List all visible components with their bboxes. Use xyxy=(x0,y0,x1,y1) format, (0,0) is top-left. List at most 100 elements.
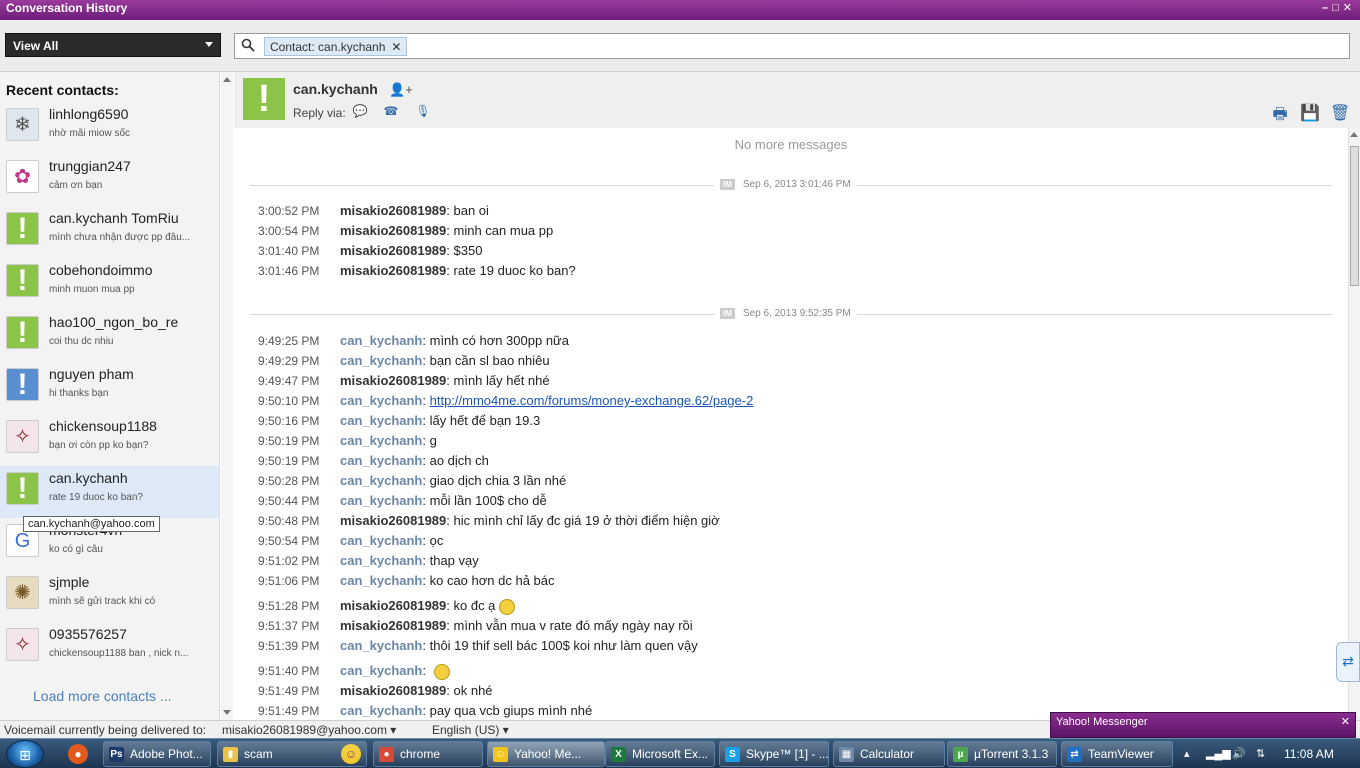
smiley-emoticon-icon xyxy=(433,663,450,680)
message-body: can_kychanh: g xyxy=(340,433,437,448)
contact-item[interactable]: ✿ trunggian247 cảm ơn bạn xyxy=(0,154,219,206)
contact-avatar: ! xyxy=(6,212,39,245)
taskbar-button[interactable]: X Microsoft Ex... xyxy=(605,741,715,767)
contact-item[interactable]: ! can.kychanh TomRiu mình chưa nhận được p… xyxy=(0,206,219,258)
message-time: 3:01:46 PM xyxy=(258,264,320,278)
contact-item[interactable]: ! can.kychanh rate 19 duoc ko ban? xyxy=(0,466,219,518)
reply-phone-icon[interactable]: ☎ xyxy=(383,104,399,120)
session-header: IM Sep 6, 2013 9:52:35 PM xyxy=(714,308,857,319)
yahoo-notification-popup[interactable]: Yahoo! Messenger ✕ xyxy=(1050,712,1356,738)
contact-item[interactable]: ✺ sjmple mình sẽ gửi track khi có xyxy=(0,570,219,622)
signal-icon[interactable]: ▂▄▆ xyxy=(1206,747,1231,760)
load-more-contacts-link[interactable]: Load more contacts ... xyxy=(33,688,172,704)
message-time: 9:49:25 PM xyxy=(258,334,320,348)
app-icon: ● xyxy=(379,747,394,762)
contact-status: minh muon mua pp xyxy=(49,284,135,295)
contact-name: can.kychanh xyxy=(49,470,128,486)
message-body: can_kychanh: ko cao hơn dc hả bác xyxy=(340,573,555,588)
reply-voice-icon[interactable]: 🎙 xyxy=(415,104,431,120)
add-contact-icon[interactable]: 👤+ xyxy=(389,82,413,98)
contact-avatar: ! xyxy=(6,316,39,349)
close-icon[interactable]: ✕ xyxy=(1341,715,1350,728)
message-time: 9:51:28 PM xyxy=(258,599,320,613)
sidebar-scrollbar[interactable] xyxy=(221,72,233,720)
voicemail-target-dropdown[interactable]: misakio26081989@yahoo.com ▾ xyxy=(222,723,396,737)
taskbar-button-label: µTorrent 3.1.3 xyxy=(974,747,1049,761)
message-body: misakio26081989: $350 xyxy=(340,243,483,258)
message-sender: can_kychanh xyxy=(340,473,423,488)
taskbar-button[interactable]: ☺ Yahoo! Me... xyxy=(487,741,605,767)
minimize-icon[interactable]: – xyxy=(1322,2,1332,14)
message-sender: can_kychanh xyxy=(340,453,423,468)
taskbar-button[interactable]: Ps Adobe Phot... xyxy=(103,741,211,767)
contact-item[interactable]: ! hao100_ngon_bo_re coi thu dc nhiu xyxy=(0,310,219,362)
start-button[interactable]: ⊞ xyxy=(6,740,44,768)
clock[interactable]: 11:08 AM xyxy=(1284,747,1334,761)
contact-name: 0935576257 xyxy=(49,626,127,642)
message-row: 9:51:02 PM can_kychanh: thap vạy xyxy=(234,551,1344,571)
contact-name: linhlong6590 xyxy=(49,106,129,122)
taskbar-button-label: Calculator xyxy=(860,747,915,761)
app-icon: ☺ xyxy=(493,747,508,762)
message-text: giao dịch chia 3 lần nhé xyxy=(429,473,567,488)
chip-close-icon[interactable]: ✕ xyxy=(391,40,401,54)
close-icon[interactable]: ✕ xyxy=(1343,2,1356,14)
message-sender: misakio26081989 xyxy=(340,263,447,278)
message-row: 9:51:40 PM can_kychanh: xyxy=(234,661,1344,681)
scroll-up-icon[interactable] xyxy=(223,77,231,82)
message-time: 9:50:28 PM xyxy=(258,474,320,488)
message-text: mình lấy hết nhé xyxy=(453,373,550,388)
network-icon[interactable]: ⇅ xyxy=(1256,747,1265,760)
taskbar-button-label: Yahoo! Me... xyxy=(514,747,582,761)
contact-item[interactable]: ❄ linhlong6590 nhờ mãi miow sốc xyxy=(0,102,219,154)
contacts-sidebar: Recent contacts: ❄ linhlong6590 nhờ mãi mi… xyxy=(0,72,220,720)
delete-icon[interactable]: 🗑 xyxy=(1330,103,1350,123)
scroll-down-icon[interactable] xyxy=(223,710,231,715)
scroll-up-icon[interactable] xyxy=(1350,132,1358,137)
message-text: ko đc ạ xyxy=(453,598,496,613)
message-text: lấy hết để bạn 19.3 xyxy=(429,413,541,428)
firefox-icon[interactable]: ● xyxy=(68,744,88,764)
message-sender: misakio26081989 xyxy=(340,513,447,528)
search-input[interactable]: Contact: can.kychanh ✕ xyxy=(234,33,1350,59)
session-header: IM Sep 6, 2013 3:01:46 PM xyxy=(714,179,857,190)
view-filter-dropdown[interactable]: View All xyxy=(5,33,221,57)
search-icon xyxy=(241,38,255,52)
messages-scrollbar[interactable] xyxy=(1348,128,1360,720)
taskbar-button[interactable]: ▮ scam xyxy=(217,741,367,767)
message-time: 9:50:19 PM xyxy=(258,434,320,448)
taskbar-button[interactable]: µ µTorrent 3.1.3 xyxy=(947,741,1057,767)
contact-item[interactable]: ! nguyen pham hi thanks bạn xyxy=(0,362,219,414)
message-body: can_kychanh: ọc xyxy=(340,533,444,548)
contact-status: chickensoup1188 ban , nick n... xyxy=(49,648,189,659)
maximize-icon[interactable]: □ xyxy=(1332,2,1343,14)
message-row: 9:50:54 PM can_kychanh: ọc xyxy=(234,531,1344,551)
volume-icon[interactable]: 🔊 xyxy=(1232,747,1246,760)
message-sender: can_kychanh xyxy=(340,333,423,348)
save-icon[interactable]: 💾 xyxy=(1300,103,1320,123)
scrollbar-thumb[interactable] xyxy=(1350,146,1359,286)
language-dropdown[interactable]: English (US) ▾ xyxy=(432,723,509,737)
contact-item[interactable]: ! cobehondoimmo minh muon mua pp xyxy=(0,258,219,310)
message-link[interactable]: http://mmo4me.com/forums/money-exchange.… xyxy=(430,393,754,408)
message-sender: can_kychanh xyxy=(340,433,423,448)
contact-item[interactable]: ✧ 0935576257 chickensoup1188 ban , nick n.… xyxy=(0,622,219,674)
view-filter-label: View All xyxy=(13,39,59,53)
message-row: 9:50:19 PM can_kychanh: ao dịch ch xyxy=(234,451,1344,471)
print-icon[interactable]: 🖶 xyxy=(1270,103,1290,123)
tray-expand-icon[interactable]: ▴ xyxy=(1184,747,1190,760)
teamviewer-side-icon[interactable]: ⇄ xyxy=(1336,642,1360,682)
contact-name: sjmple xyxy=(49,574,90,590)
taskbar-button[interactable]: S Skype™ [1] - ... xyxy=(719,741,829,767)
contact-item[interactable]: ✧ chickensoup1188 bạn ơi còn pp ko bạn? xyxy=(0,414,219,466)
message-row: 9:49:29 PM can_kychanh: bạn cần sl bao nh… xyxy=(234,351,1344,371)
app-icon: X xyxy=(611,747,626,762)
message-row: 9:50:16 PM can_kychanh: lấy hết để bạn 19… xyxy=(234,411,1344,431)
taskbar-button[interactable]: ▦ Calculator xyxy=(833,741,945,767)
taskbar-button[interactable]: ⇄ TeamViewer xyxy=(1061,741,1173,767)
message-time: 9:50:44 PM xyxy=(258,494,320,508)
message-text: ọc xyxy=(429,533,444,548)
reply-im-icon[interactable]: 💬 xyxy=(352,104,368,120)
taskbar-button[interactable]: ● chrome xyxy=(373,741,483,767)
window-controls[interactable]: –□✕ xyxy=(1322,1,1356,14)
